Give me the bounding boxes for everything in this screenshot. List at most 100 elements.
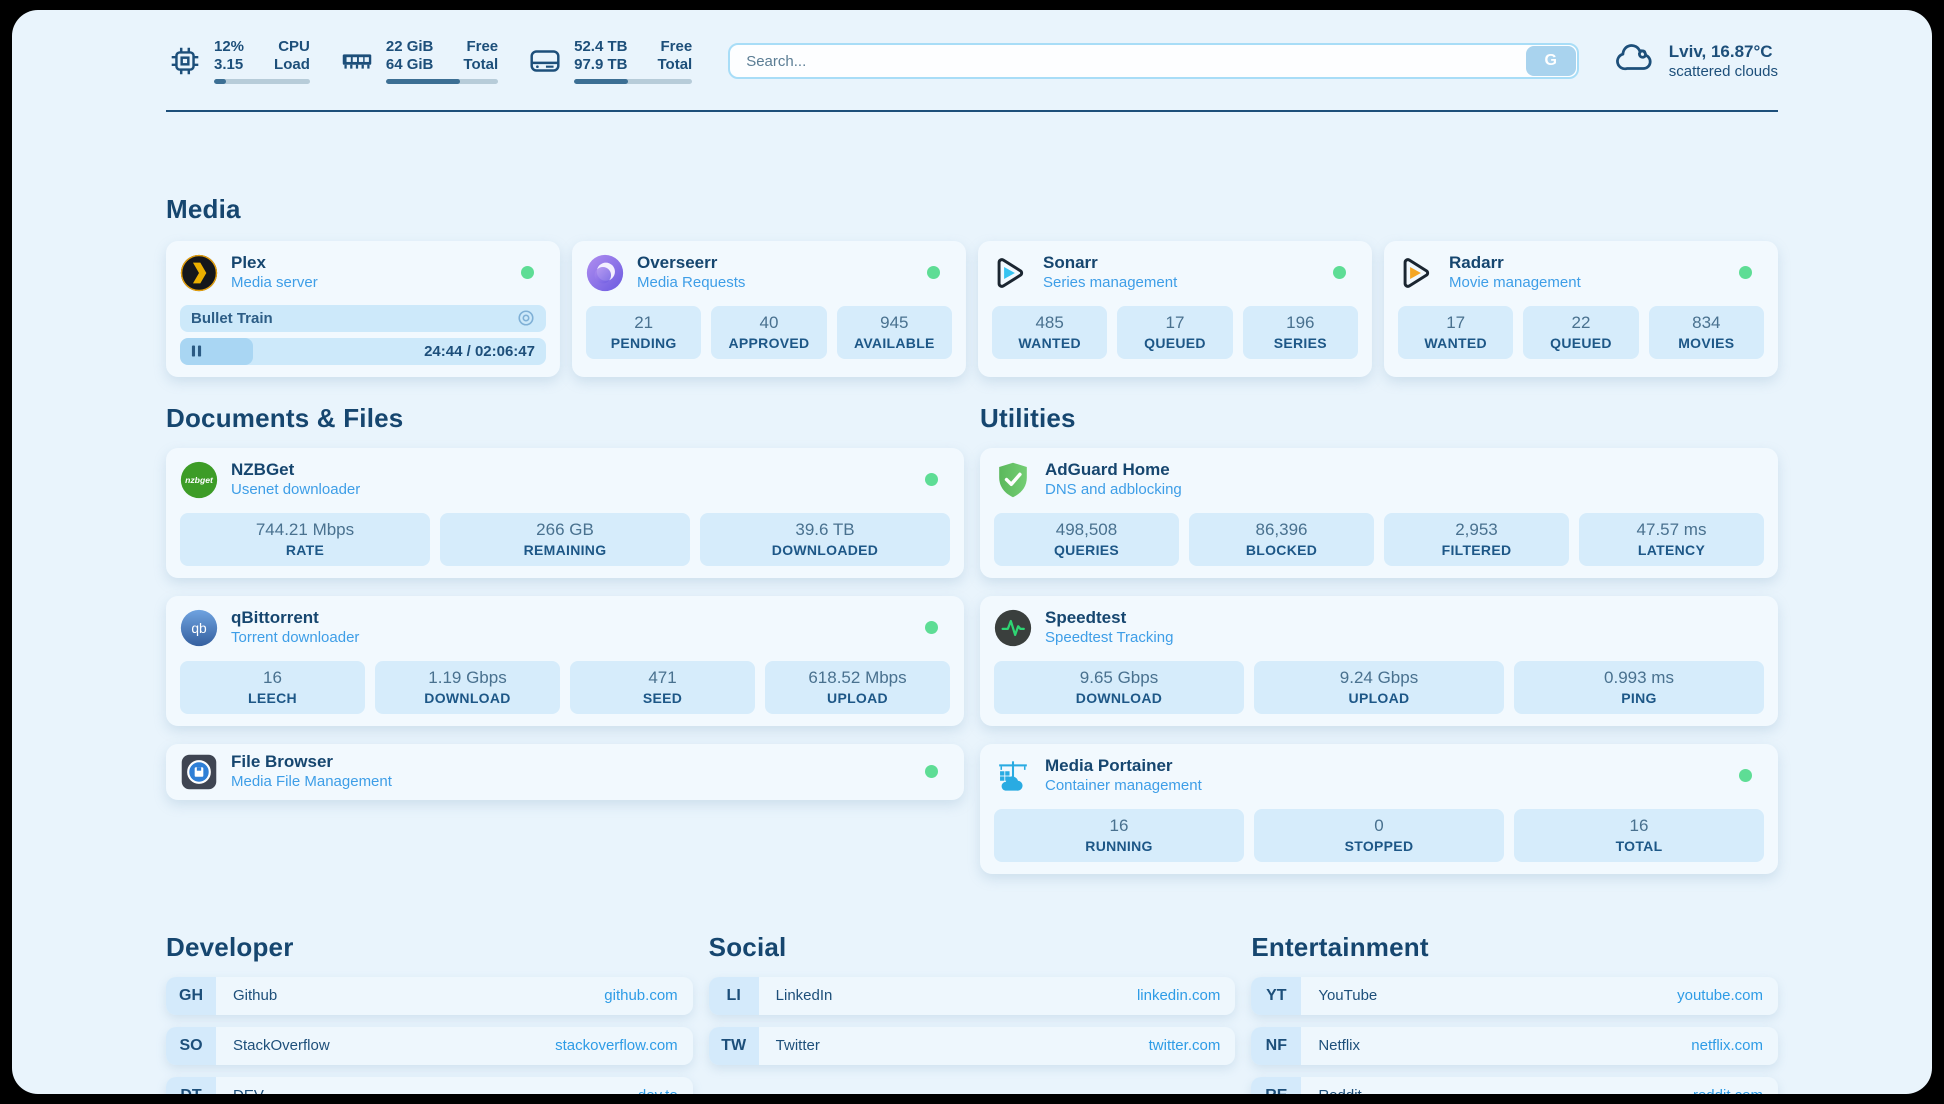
bookmark-url: reddit.com bbox=[1693, 1087, 1763, 1094]
app-card-qbittorrent[interactable]: qb qBittorrent Torrent downloader 16 LEE… bbox=[166, 596, 964, 726]
stat-tile: 471 SEED bbox=[570, 661, 755, 714]
stat-tile: 744.21 Mbps RATE bbox=[180, 513, 430, 566]
stat-value: 834 bbox=[1653, 313, 1760, 333]
section-title-utilities: Utilities bbox=[980, 403, 1778, 434]
stat-tile: 40 APPROVED bbox=[711, 306, 826, 359]
stat-value: 485 bbox=[996, 313, 1103, 333]
stat-value: 16 bbox=[1518, 816, 1760, 836]
bookmark-abbr: SO bbox=[166, 1027, 216, 1065]
filebrowser-icon bbox=[180, 753, 218, 791]
stat-tile: 0.993 ms PING bbox=[1514, 661, 1764, 714]
nzbget-icon: nzbget bbox=[180, 461, 218, 499]
bookmark-netflix[interactable]: NF Netflix netflix.com bbox=[1251, 1027, 1778, 1065]
stat-value: 39.6 TB bbox=[704, 520, 946, 540]
bookmark-stackoverflow[interactable]: SO StackOverflow stackoverflow.com bbox=[166, 1027, 693, 1065]
bookmark-abbr: YT bbox=[1251, 977, 1301, 1015]
section-title-social: Social bbox=[709, 932, 1236, 963]
bookmark-name: StackOverflow bbox=[233, 1037, 330, 1054]
stat-value: 17 bbox=[1402, 313, 1509, 333]
sonarr-icon bbox=[992, 254, 1030, 292]
section-utilities: Utilities AdGuard Home DNS and adblock bbox=[980, 403, 1778, 874]
stat-value: 1.19 Gbps bbox=[379, 668, 556, 688]
app-subtitle: DNS and adblocking bbox=[1045, 480, 1182, 500]
header-divider bbox=[166, 110, 1778, 112]
app-card-filebrowser[interactable]: File Browser Media File Management bbox=[166, 744, 964, 800]
app-subtitle: Speedtest Tracking bbox=[1045, 628, 1173, 648]
stat-label: WANTED bbox=[996, 335, 1103, 351]
now-playing-session-icon[interactable] bbox=[517, 309, 535, 327]
app-title: NZBGet bbox=[231, 460, 360, 480]
app-card-nzbget[interactable]: nzbget NZBGet Usenet downloader 744.21 M… bbox=[166, 448, 964, 578]
stat-tile: 945 AVAILABLE bbox=[837, 306, 952, 359]
app-title: Overseerr bbox=[637, 253, 745, 273]
section-title-documents: Documents & Files bbox=[166, 403, 964, 434]
search-input[interactable] bbox=[728, 43, 1579, 79]
stat-tile: 834 MOVIES bbox=[1649, 306, 1764, 359]
bookmark-abbr: DT bbox=[166, 1077, 216, 1094]
app-card-speedtest[interactable]: Speedtest Speedtest Tracking 9.65 Gbps D… bbox=[980, 596, 1778, 726]
stat-label: PING bbox=[1518, 690, 1760, 706]
cpu-progress-bar bbox=[214, 79, 310, 84]
stat-value: 266 GB bbox=[444, 520, 686, 540]
cpu-progress-fill bbox=[214, 79, 226, 84]
stat-label: AVAILABLE bbox=[841, 335, 948, 351]
disk-monitor: 52.4 TB Free 97.9 TB Total bbox=[526, 38, 692, 85]
app-card-overseerr[interactable]: Overseerr Media Requests 21 PENDING 40 A… bbox=[572, 241, 966, 377]
search-engine-button[interactable]: G bbox=[1526, 46, 1576, 76]
top-bar: 12% CPU 3.15 Load bbox=[166, 32, 1778, 90]
stat-label: DOWNLOAD bbox=[379, 690, 556, 706]
section-documents: Documents & Files nzbget NZBGet Usenet d… bbox=[166, 403, 964, 800]
app-card-plex[interactable]: Plex Media server Bullet Train bbox=[166, 241, 560, 377]
stat-value: 618.52 Mbps bbox=[769, 668, 946, 688]
cpu-usage-value: 12% bbox=[214, 38, 244, 56]
stat-tile: 1.19 Gbps DOWNLOAD bbox=[375, 661, 560, 714]
bookmark-dev[interactable]: DT DEV dev.to bbox=[166, 1077, 693, 1094]
ram-total-value: 64 GiB bbox=[386, 56, 434, 74]
bookmark-abbr: LI bbox=[709, 977, 759, 1015]
bookmark-youtube[interactable]: YT YouTube youtube.com bbox=[1251, 977, 1778, 1015]
status-dot bbox=[1739, 769, 1752, 782]
stat-tile: 9.65 Gbps DOWNLOAD bbox=[994, 661, 1244, 714]
bookmark-url: youtube.com bbox=[1677, 987, 1763, 1004]
stat-tile: 618.52 Mbps UPLOAD bbox=[765, 661, 950, 714]
app-card-sonarr[interactable]: Sonarr Series management 485 WANTED 17 Q… bbox=[978, 241, 1372, 377]
stat-tile: 17 WANTED bbox=[1398, 306, 1513, 359]
stat-tile: 266 GB REMAINING bbox=[440, 513, 690, 566]
stat-label: DOWNLOADED bbox=[704, 542, 946, 558]
section-social: Social LI LinkedIn linkedin.com TW Twitt… bbox=[709, 932, 1236, 1065]
plex-icon bbox=[180, 254, 218, 292]
stat-label: QUERIES bbox=[998, 542, 1175, 558]
now-playing-row: Bullet Train bbox=[180, 305, 546, 332]
bookmark-reddit[interactable]: RE Reddit reddit.com bbox=[1251, 1077, 1778, 1094]
stat-value: 9.24 Gbps bbox=[1258, 668, 1500, 688]
app-card-adguard[interactable]: AdGuard Home DNS and adblocking 498,508 … bbox=[980, 448, 1778, 578]
stat-label: WANTED bbox=[1402, 335, 1509, 351]
section-entertainment: Entertainment YT YouTube youtube.com NF … bbox=[1251, 932, 1778, 1094]
svg-text:qb: qb bbox=[191, 620, 207, 636]
system-monitors: 12% CPU 3.15 Load bbox=[166, 38, 692, 85]
ram-free-label: Free bbox=[463, 38, 498, 56]
app-card-radarr[interactable]: Radarr Movie management 17 WANTED 22 QUE… bbox=[1384, 241, 1778, 377]
stat-tile: 2,953 FILTERED bbox=[1384, 513, 1569, 566]
bookmark-name: Netflix bbox=[1318, 1037, 1360, 1054]
app-card-portainer[interactable]: Media Portainer Container management 16 … bbox=[980, 744, 1778, 874]
stat-label: LEECH bbox=[184, 690, 361, 706]
bookmark-url: twitter.com bbox=[1149, 1037, 1221, 1054]
stat-value: 2,953 bbox=[1388, 520, 1565, 540]
portainer-icon bbox=[994, 757, 1032, 795]
weather-location-temp: Lviv, 16.87°C bbox=[1669, 42, 1778, 62]
stat-value: 744.21 Mbps bbox=[184, 520, 426, 540]
bookmark-twitter[interactable]: TW Twitter twitter.com bbox=[709, 1027, 1236, 1065]
status-dot bbox=[927, 266, 940, 279]
bookmark-github[interactable]: GH Github github.com bbox=[166, 977, 693, 1015]
stat-value: 498,508 bbox=[998, 520, 1175, 540]
stat-value: 9.65 Gbps bbox=[998, 668, 1240, 688]
bookmark-url: linkedin.com bbox=[1137, 987, 1220, 1004]
stat-value: 196 bbox=[1247, 313, 1354, 333]
app-title: Media Portainer bbox=[1045, 756, 1202, 776]
bookmark-linkedin[interactable]: LI LinkedIn linkedin.com bbox=[709, 977, 1236, 1015]
pause-icon[interactable] bbox=[191, 345, 202, 358]
ram-total-label: Total bbox=[463, 56, 498, 74]
bookmark-name: DEV bbox=[233, 1087, 264, 1094]
stat-tile: 86,396 BLOCKED bbox=[1189, 513, 1374, 566]
